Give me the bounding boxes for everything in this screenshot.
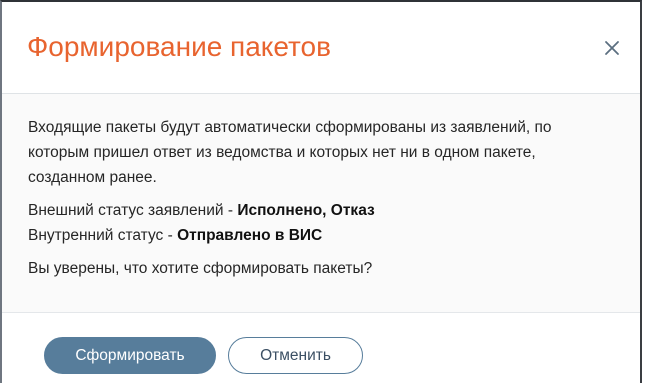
external-status-label: Внешний статус заявлений - (28, 202, 238, 219)
form-packages-dialog: Формирование пакетов Входящие пакеты буд… (0, 0, 642, 383)
confirm-question: Вы уверены, что хотите сформировать паке… (28, 260, 373, 277)
dialog-header: Формирование пакетов (2, 2, 640, 94)
close-icon (605, 41, 619, 55)
internal-status-value: Отправлено в ВИС (177, 227, 323, 244)
cancel-button[interactable]: Отменить (228, 337, 363, 374)
dialog-body: Входящие пакеты будут автоматически сфор… (2, 94, 640, 313)
status-info: Внешний статус заявлений - Исполнено, От… (28, 198, 612, 248)
dialog-footer: Сформировать Отменить (2, 313, 640, 385)
dialog-title: Формирование пакетов (27, 31, 331, 62)
submit-button[interactable]: Сформировать (44, 337, 216, 374)
internal-status-label: Внутренний статус - (28, 227, 178, 244)
external-status-value: Исполнено, Отказ (237, 202, 375, 219)
close-button[interactable] (600, 36, 624, 60)
description-paragraph: Входящие пакеты будут автоматически сфор… (28, 119, 552, 186)
